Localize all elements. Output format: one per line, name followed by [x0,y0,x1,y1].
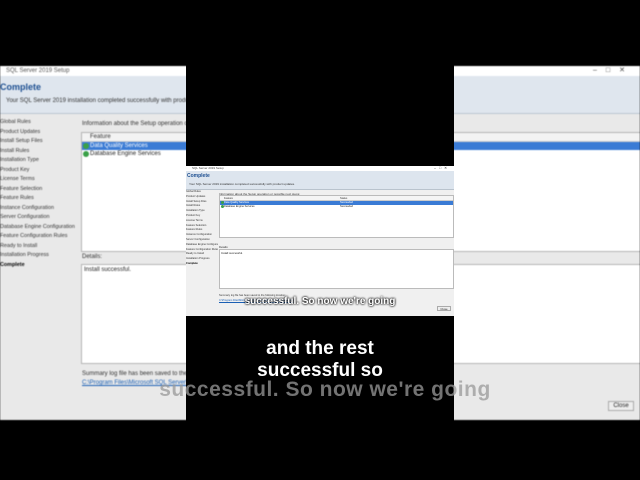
bg-feature-name: Data Quality Services [90,143,148,149]
bg-close-button: Close [608,401,634,411]
bg-close-icon: ✕ [619,67,634,74]
details-box[interactable]: Install successful. [219,249,454,289]
bg-window-title: SQL Server 2019 Setup [6,68,70,74]
bg-nav-item: Installation Progress [0,252,49,258]
caption-line-1: and the rest [266,338,374,359]
bg-nav-item: Ready to Install [0,242,38,249]
nav-list: Global Rules Product Updates Install Set… [186,190,218,267]
bg-success-icon [83,143,89,149]
bg-nav-item: Install Setup Files [0,138,43,144]
bg-nav-item: License Terms [0,176,35,182]
page-header: Complete Your SQL Server 2019 installati… [186,171,454,190]
bg-nav-item: Instance Configuration [0,204,54,211]
main-caption: and the rest successful so [186,338,454,382]
feature-grid[interactable]: Feature Status Data Quality Services Suc… [219,195,454,238]
bg-nav-item: Feature Configuration Rules [0,233,68,239]
bg-window-controls: –□✕ [593,66,634,76]
bg-nav-item: Product Updates [0,128,41,135]
nav-item-complete[interactable]: Complete [186,262,218,267]
feature-name: Database Engine Services [224,205,255,208]
bg-nav-list: Global Rules Product Updates Install Set… [0,118,78,270]
bg-nav-item: Installation Type [0,157,39,163]
bg-nav-item: Feature Selection [0,185,43,192]
page-title: Complete [187,173,210,179]
close-icon[interactable]: ✕ [444,166,450,170]
feature-status: Succeeded [340,205,353,208]
bg-nav-item: Server Configuration [0,214,50,220]
nav-item-database-engine-configuration[interactable]: Database Engine Configuration [186,243,218,248]
caption-line-2: successful so [257,360,383,381]
bg-nav-item: Global Rules [0,119,31,125]
table-row[interactable]: Database Engine Services Succeeded [220,205,453,209]
small-subtitle: successful. So now we're going [244,296,396,307]
bg-details-label: Details: [82,254,103,260]
page-subtitle: Your SQL Server 2019 installation comple… [189,182,296,186]
setup-window: SQL Server 2019 Setup –□✕ Complete Your … [186,166,454,316]
bg-nav-item: Feature Rules [0,195,34,201]
bg-nav-item-current: Complete [0,261,25,268]
bg-page-title: Complete [0,82,42,92]
window-title: SQL Server 2019 Setup [192,166,224,170]
bg-nav-item: Install Rules [0,147,30,154]
bg-minimize-icon: – [592,67,606,74]
bg-nav-item: Product Key [0,166,30,173]
bg-nav-item: Database Engine Configuration [0,223,75,230]
bg-maximize-icon: □ [605,67,620,74]
bg-success-icon [83,151,89,157]
bg-feature-name: Database Engine Services [90,151,161,157]
